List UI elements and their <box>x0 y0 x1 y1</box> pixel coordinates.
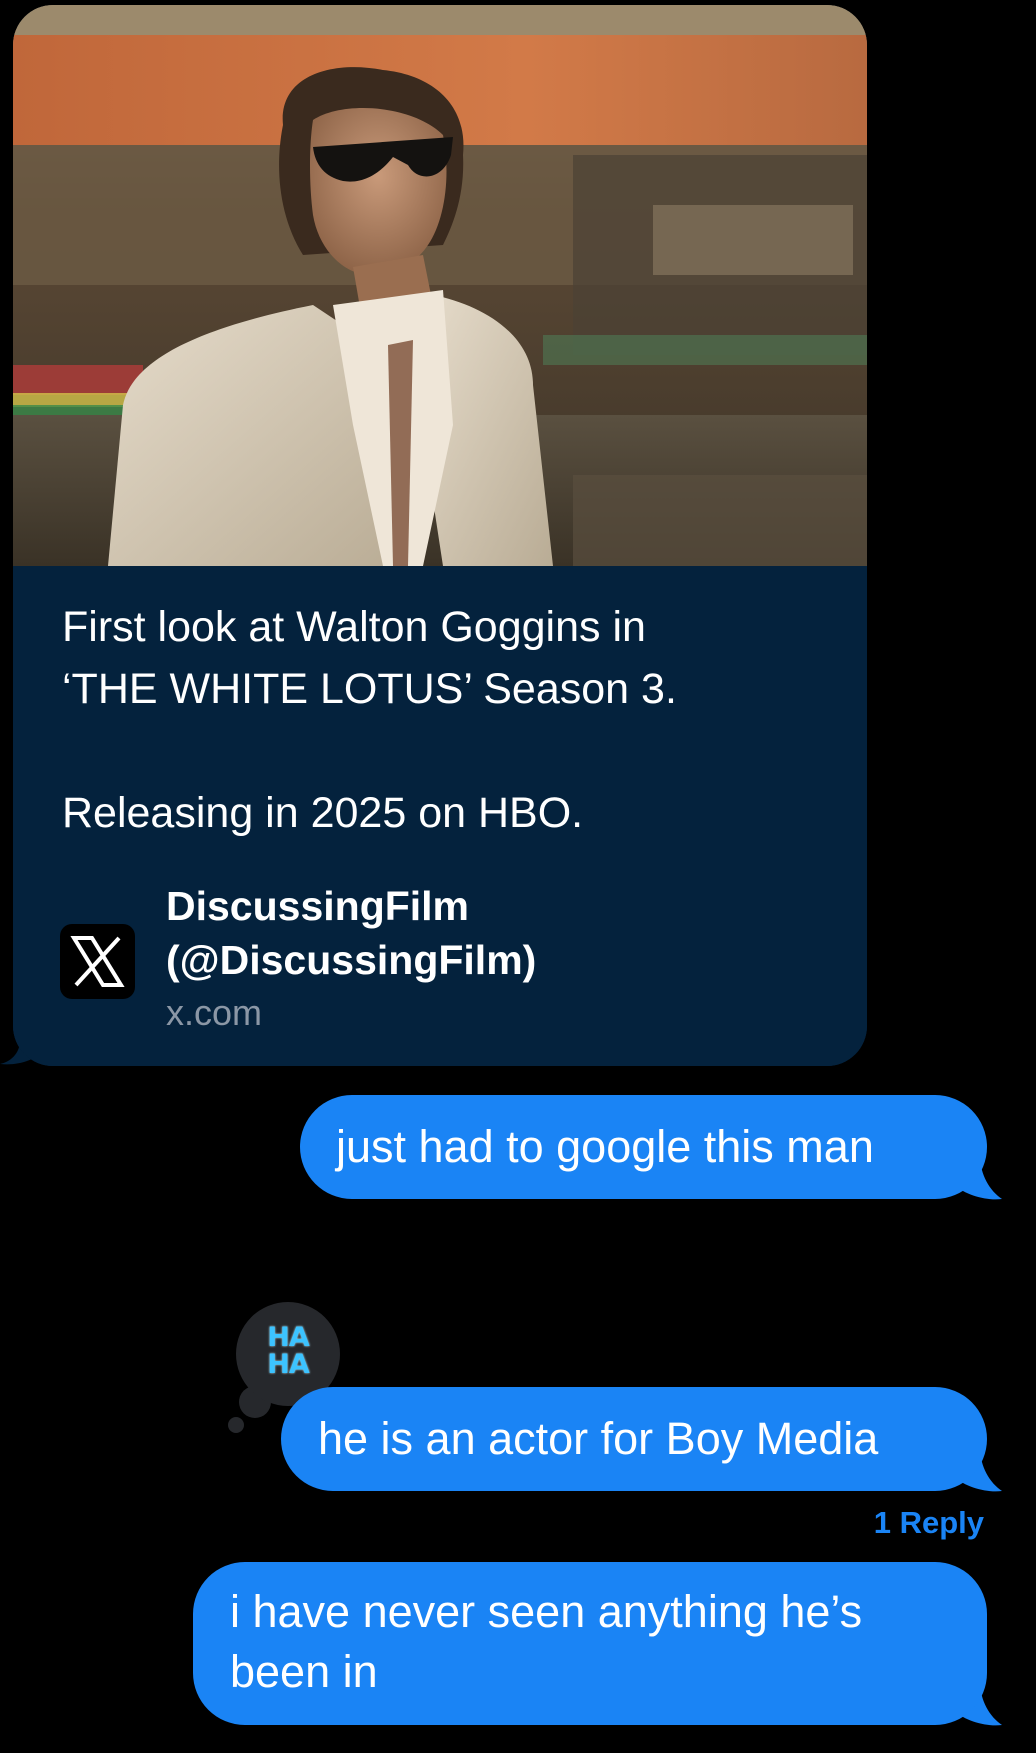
source-name: DiscussingFilm (@DiscussingFilm) <box>166 879 726 987</box>
message-text: i have never seen anything he’s been in <box>230 1586 863 1697</box>
preview-image[interactable] <box>13 5 867 566</box>
source-domain: x.com <box>166 992 263 1033</box>
preview-caption[interactable]: First look at Walton Goggins in ‘THE WHI… <box>13 566 867 1066</box>
link-preview-card[interactable]: First look at Walton Goggins in ‘THE WHI… <box>13 5 867 1066</box>
tapback-label: HA <box>267 1322 310 1353</box>
message-bubble[interactable]: i have never seen anything he’s been in <box>193 1562 987 1725</box>
preview-text: First look at Walton Goggins in ‘THE WHI… <box>62 596 822 844</box>
source-display-name: DiscussingFilm <box>166 883 470 929</box>
message-bubble[interactable]: he is an actor for Boy Media <box>281 1387 987 1491</box>
preview-text-line: Releasing in 2025 on HBO. <box>62 789 584 837</box>
x-logo-icon <box>60 924 135 999</box>
message-text: just had to google this man <box>336 1121 874 1172</box>
message-bubble[interactable]: just had to google this man <box>300 1095 987 1199</box>
tapback-label: HA <box>267 1349 310 1380</box>
message-text: he is an actor for Boy Media <box>318 1413 879 1464</box>
preview-text-line: First look at Walton Goggins in <box>62 603 646 651</box>
source-handle: (@DiscussingFilm) <box>166 937 537 983</box>
tapback-tail-dot <box>228 1417 244 1433</box>
reply-count-link[interactable]: 1 Reply <box>874 1505 984 1541</box>
preview-text-line: ‘THE WHITE LOTUS’ Season 3. <box>62 665 677 713</box>
